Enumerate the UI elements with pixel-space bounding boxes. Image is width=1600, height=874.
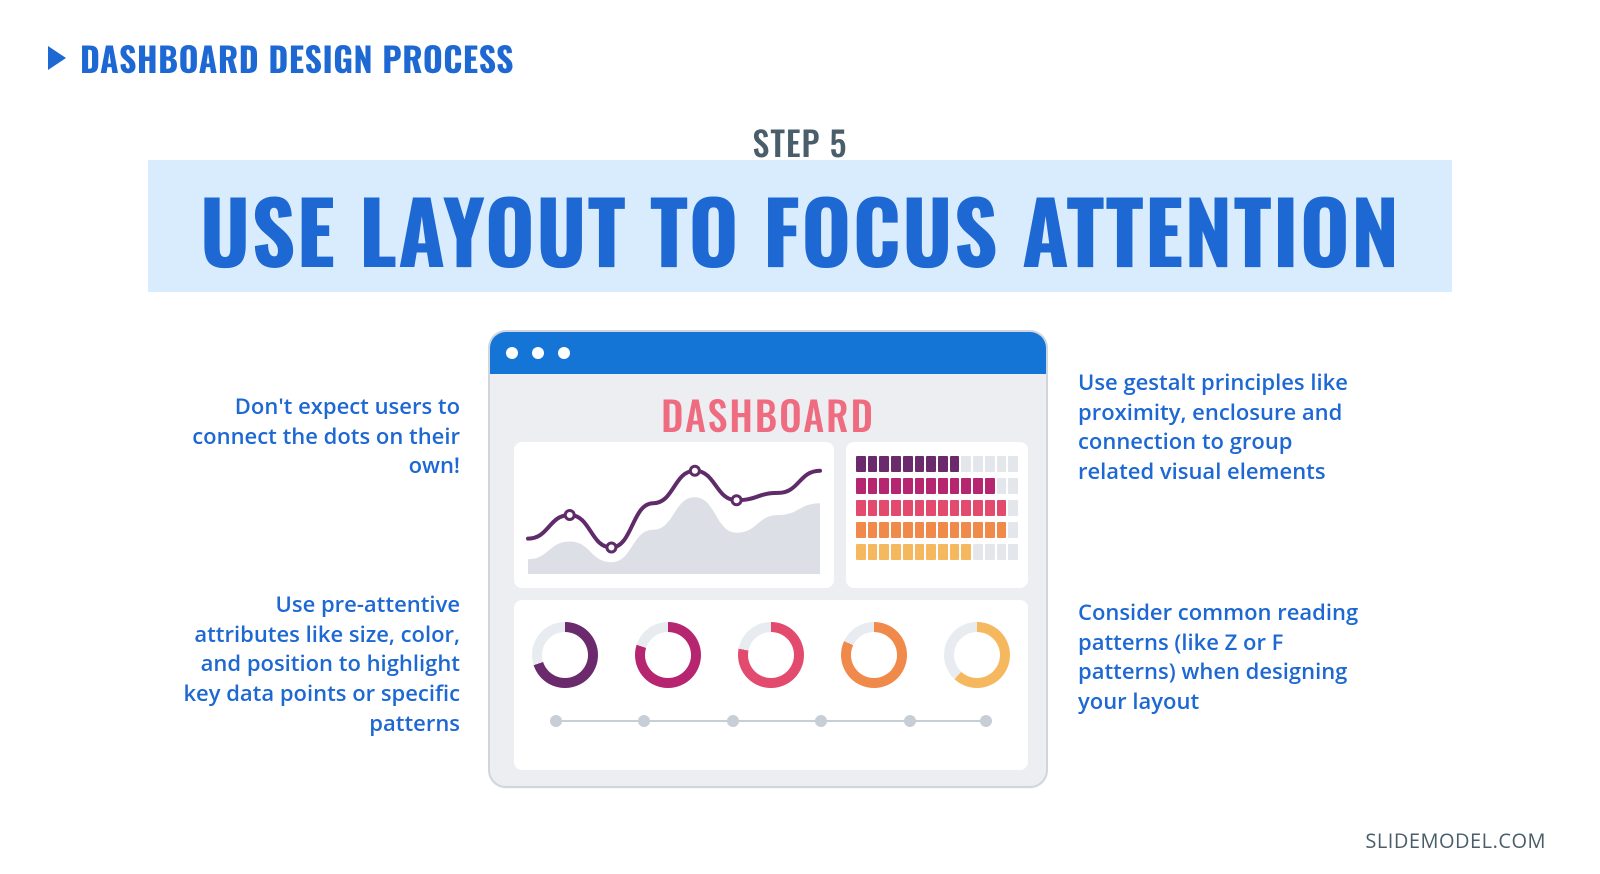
page-title: USE LAYOUT TO FOCUS ATTENTION (148, 164, 1452, 292)
tip-bottom-right: Consider common reading patterns (like Z… (1078, 598, 1368, 717)
bar-row (856, 522, 1018, 538)
window-dot-icon (506, 347, 518, 359)
slide-header: DASHBOARD DESIGN PROCESS (48, 32, 514, 83)
title-banner: USE LAYOUT TO FOCUS ATTENTION (148, 160, 1452, 292)
mock-line-chart (514, 442, 834, 588)
donut-icon (944, 622, 1010, 688)
donut-icon (635, 622, 701, 688)
window-dot-icon (532, 347, 544, 359)
mock-donut-panel (514, 600, 1028, 770)
window-dot-icon (558, 347, 570, 359)
bar-row (856, 544, 1018, 560)
dashboard-mock: DASHBOARD (488, 330, 1048, 788)
tip-top-left: Don't expect users to connect the dots o… (180, 392, 460, 481)
mock-bar-panel (846, 442, 1028, 588)
bar-row (856, 500, 1018, 516)
tip-bottom-left: Use pre-attentive attributes like size, … (180, 590, 460, 738)
header-label: DASHBOARD DESIGN PROCESS (80, 32, 514, 83)
bar-row (856, 478, 1018, 494)
bar-row (856, 456, 1018, 472)
footer-brand: SLIDEMODEL.COM (1365, 827, 1546, 854)
mock-axis (550, 720, 992, 722)
mock-title: DASHBOARD (490, 384, 1046, 444)
line-chart-svg (514, 442, 834, 588)
donut-icon (738, 622, 804, 688)
donut-icon (532, 622, 598, 688)
play-icon (48, 46, 66, 70)
tip-top-right: Use gestalt principles like proximity, e… (1078, 368, 1368, 487)
mock-titlebar (490, 332, 1046, 374)
donut-icon (841, 622, 907, 688)
